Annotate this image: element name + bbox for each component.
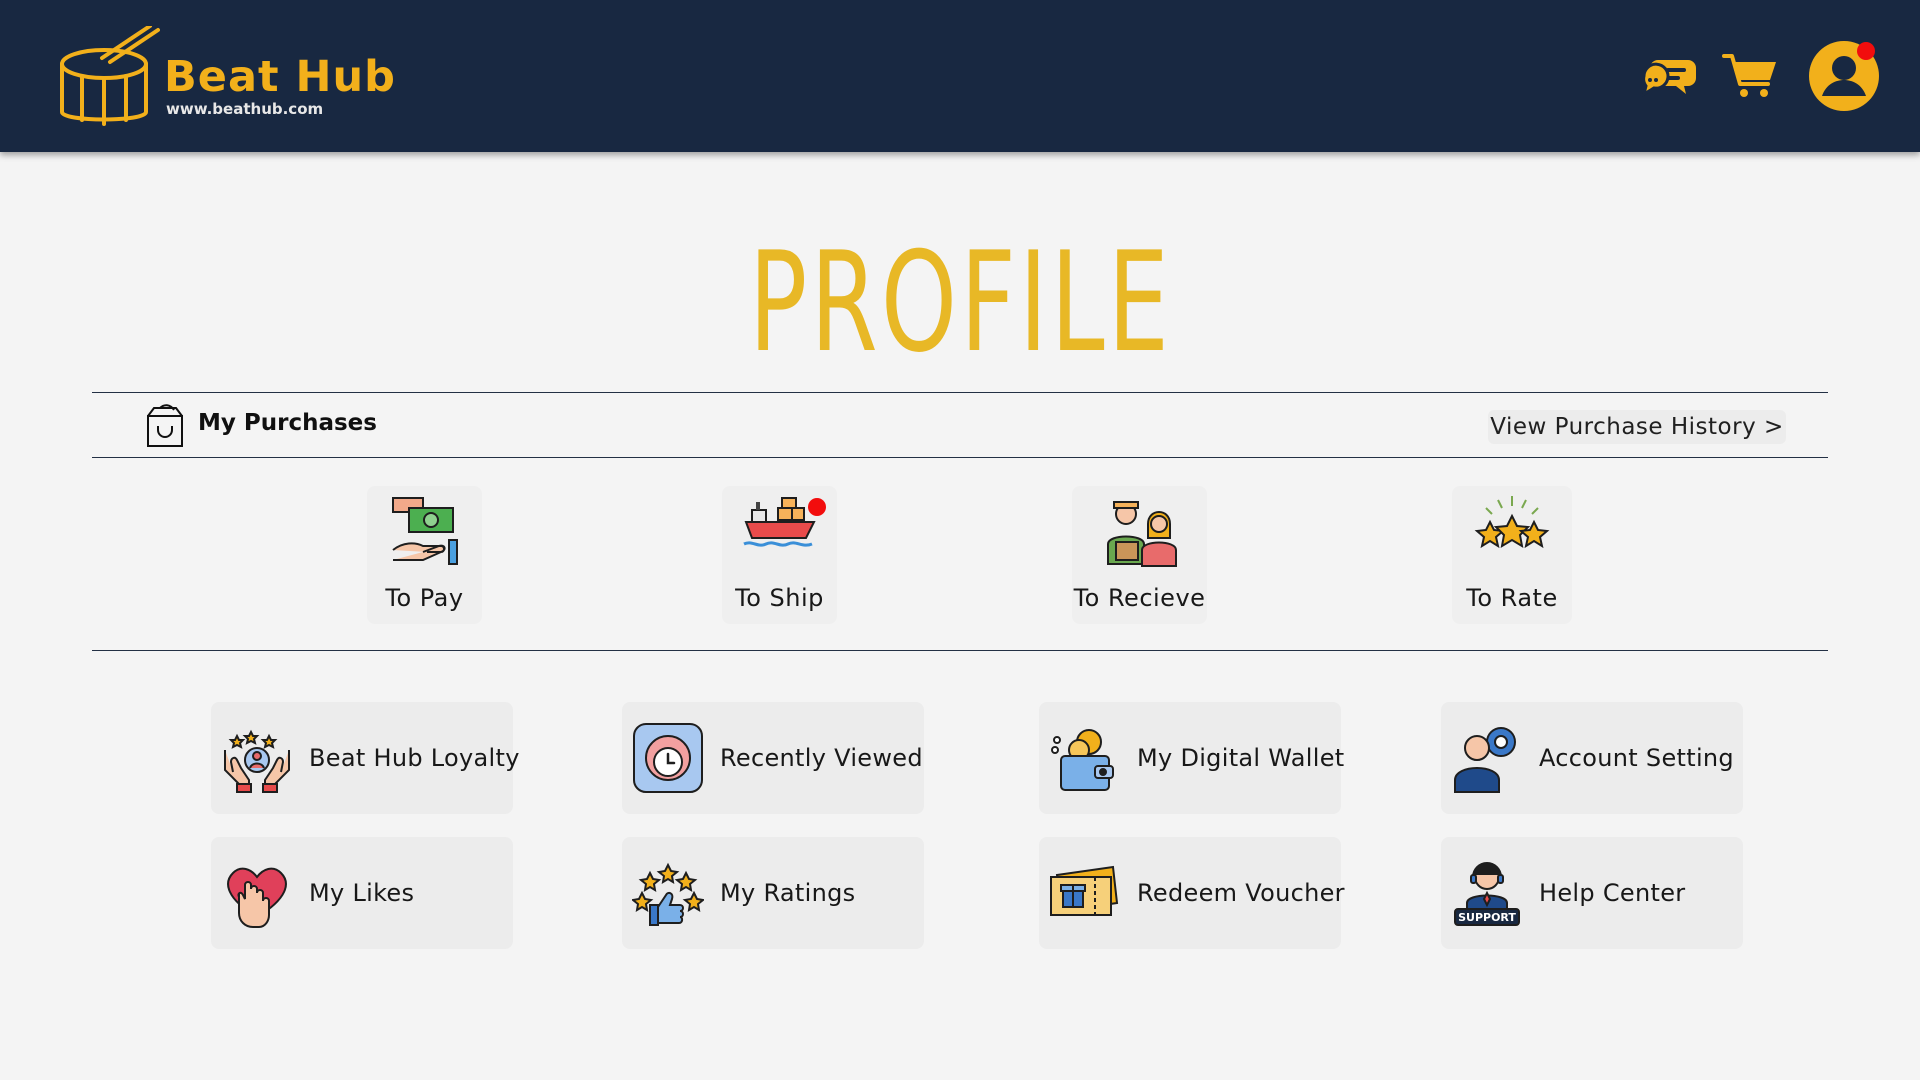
menu-label: Recently Viewed [720,744,923,772]
menu-help-center[interactable]: SUPPORT Help Center [1441,837,1743,949]
status-label: To Pay [385,584,464,612]
top-header: Beat Hub www.beathub.com [0,0,1920,152]
loyalty-hands-icon [224,729,290,793]
svg-text:SUPPORT: SUPPORT [1458,911,1516,924]
menu-recently-viewed[interactable]: Recently Viewed [622,702,924,814]
drum-logo-icon [60,26,160,126]
menu-account-setting[interactable]: Account Setting [1441,702,1743,814]
shopping-bag-icon [147,404,183,447]
chat-icon[interactable] [1640,50,1696,100]
money-hand-icon [391,497,458,565]
status-to-recieve[interactable]: To Recieve [1072,486,1207,624]
brand-logo[interactable]: Beat Hub www.beathub.com [58,26,395,130]
account-notification-dot [1857,42,1875,60]
page-title: PROFILE [748,222,1172,383]
user-gear-icon [1454,727,1516,793]
thumbs-up-stars-icon [632,862,704,926]
menu-label: My Digital Wallet [1137,744,1345,772]
menu-label: Redeem Voucher [1137,879,1345,907]
menu-beat-hub-loyalty[interactable]: Beat Hub Loyalty [211,702,519,814]
divider [92,650,1828,651]
clock-history-icon [633,723,703,793]
status-label: To Ship [735,584,824,612]
status-label: To Recieve [1073,584,1206,612]
menu-label: Beat Hub Loyalty [309,744,520,772]
menu-label: My Likes [309,879,415,907]
divider [92,392,1828,393]
to-ship-notification-dot [808,498,826,516]
status-label: To Rate [1466,584,1558,612]
stars-rating-icon [1474,496,1550,549]
gift-voucher-icon [1050,865,1119,916]
digital-wallet-icon [1051,729,1114,791]
divider [92,457,1828,458]
heart-hand-icon [227,867,287,928]
brand-name: Beat Hub [164,52,396,102]
status-to-pay[interactable]: To Pay [367,486,482,624]
support-agent-icon: SUPPORT [1454,862,1520,926]
delivery-people-icon [1106,501,1177,567]
menu-label: My Ratings [720,879,856,907]
menu-redeem-voucher[interactable]: Redeem Voucher [1039,837,1345,949]
menu-label: Account Setting [1539,744,1734,772]
menu-my-likes[interactable]: My Likes [211,837,513,949]
menu-label: Help Center [1539,879,1686,907]
brand-url: www.beathub.com [166,100,324,118]
menu-my-digital-wallet[interactable]: My Digital Wallet [1039,702,1344,814]
menu-my-ratings[interactable]: My Ratings [622,837,924,949]
cart-icon[interactable] [1722,52,1778,100]
cargo-ship-icon [742,497,816,547]
view-purchase-history-link[interactable]: View Purchase History > [1488,410,1786,444]
status-to-rate[interactable]: To Rate [1452,486,1572,624]
my-purchases-label: My Purchases [198,410,377,436]
